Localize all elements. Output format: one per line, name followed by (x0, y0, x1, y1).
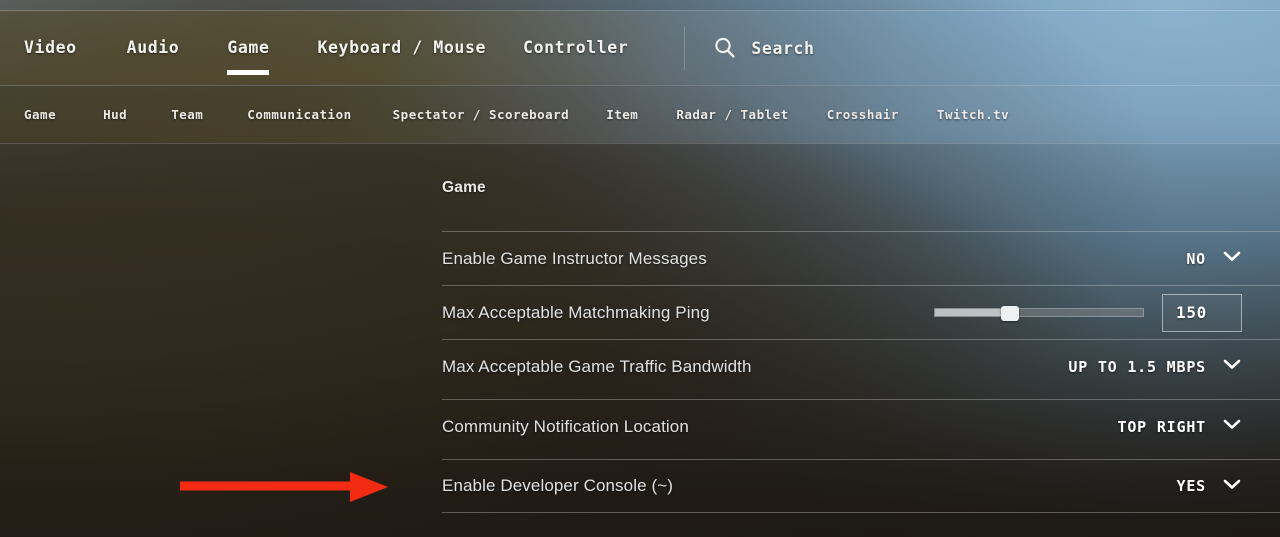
nav-tab-video-label: Video (24, 37, 77, 57)
subnav-item-crosshair[interactable]: Crosshair (827, 107, 899, 122)
setting-row-enable-developer-console[interactable]: Enable Developer Console (~) YES (442, 459, 1280, 513)
nav-tab-audio-label: Audio (126, 37, 180, 57)
setting-label-max-acceptable-matchmaking-ping: Max Acceptable Matchmaking Ping (442, 302, 710, 322)
nav-tab-keyboard-mouse[interactable]: Keyboard / Mouse (317, 38, 486, 59)
primary-nav: Video Audio Game Keyboard / Mouse Contro… (0, 11, 1280, 85)
matchmaking-ping-value-field[interactable]: 150 (1162, 293, 1242, 332)
subnav-item-communication[interactable]: Communication (247, 107, 351, 122)
dropdown-value-enable-game-instructor-messages[interactable]: NO (1186, 250, 1206, 268)
chevron-down-icon[interactable] (1222, 417, 1242, 436)
dropdown-value-community-notification-location[interactable]: TOP RIGHT (1118, 418, 1206, 436)
setting-row-enable-game-instructor-messages[interactable]: Enable Game Instructor Messages NO (442, 231, 1280, 285)
setting-control-enable-game-instructor-messages: NO (1186, 249, 1242, 268)
slider-fill (935, 309, 1010, 316)
section-title: Game (442, 179, 486, 196)
settings-panel: Game Enable Game Instructor Messages NO … (442, 143, 1280, 537)
nav-tab-video[interactable]: Video (24, 38, 77, 59)
matchmaking-ping-value: 150 (1176, 303, 1207, 322)
search-icon (713, 36, 737, 60)
subnav-item-game[interactable]: Game (24, 107, 56, 122)
setting-label-community-notification-location: Community Notification Location (442, 416, 689, 436)
setting-row-max-acceptable-game-traffic-bandwidth[interactable]: Max Acceptable Game Traffic Bandwidth UP… (442, 339, 1280, 393)
dropdown-value-max-acceptable-game-traffic-bandwidth[interactable]: UP TO 1.5 MBPS (1068, 358, 1206, 376)
subnav-item-spectator-scoreboard[interactable]: Spectator / Scoreboard (393, 107, 570, 122)
search-divider (684, 26, 686, 70)
dropdown-value-enable-developer-console[interactable]: YES (1177, 477, 1207, 495)
nav-tab-game[interactable]: Game (227, 37, 270, 75)
setting-control-max-acceptable-matchmaking-ping: 150 (934, 293, 1242, 332)
nav-tab-audio[interactable]: Audio (127, 38, 180, 59)
nav-tab-game-underline (227, 69, 270, 75)
subnav-item-radar-tablet[interactable]: Radar / Tablet (676, 107, 788, 122)
setting-control-max-acceptable-game-traffic-bandwidth: UP TO 1.5 MBPS (1068, 357, 1242, 376)
slider-handle[interactable] (1000, 306, 1019, 321)
setting-label-enable-developer-console: Enable Developer Console (~) (442, 476, 674, 495)
setting-label-enable-game-instructor-messages: Enable Game Instructor Messages (442, 248, 707, 268)
nav-tab-keyboard-mouse-label: Keyboard / Mouse (317, 37, 487, 57)
nav-tab-controller[interactable]: Controller (523, 38, 628, 59)
chevron-down-icon[interactable] (1222, 357, 1242, 376)
setting-control-community-notification-location: TOP RIGHT (1118, 417, 1242, 436)
setting-row-max-acceptable-matchmaking-ping[interactable]: Max Acceptable Matchmaking Ping 150 (442, 285, 1280, 339)
nav-tab-controller-label: Controller (523, 37, 629, 57)
search-input[interactable]: Search (713, 36, 814, 60)
subnav-item-twitch-tv[interactable]: Twitch.tv (937, 107, 1009, 122)
setting-label-max-acceptable-game-traffic-bandwidth: Max Acceptable Game Traffic Bandwidth (442, 356, 752, 376)
matchmaking-ping-slider[interactable] (934, 306, 1144, 321)
nav-tab-game-label: Game (227, 37, 270, 57)
setting-row-community-notification-location[interactable]: Community Notification Location TOP RIGH… (442, 399, 1280, 453)
subnav-item-hud[interactable]: Hud (103, 107, 127, 122)
secondary-nav: Game Hud Team Communication Spectator / … (0, 86, 1280, 143)
chevron-down-icon[interactable] (1222, 477, 1242, 496)
chevron-down-icon[interactable] (1222, 249, 1242, 268)
setting-control-enable-developer-console: YES (1177, 477, 1243, 496)
subnav-item-item[interactable]: Item (606, 107, 638, 122)
search-label: Search (751, 38, 815, 58)
subnav-item-team[interactable]: Team (171, 107, 203, 122)
